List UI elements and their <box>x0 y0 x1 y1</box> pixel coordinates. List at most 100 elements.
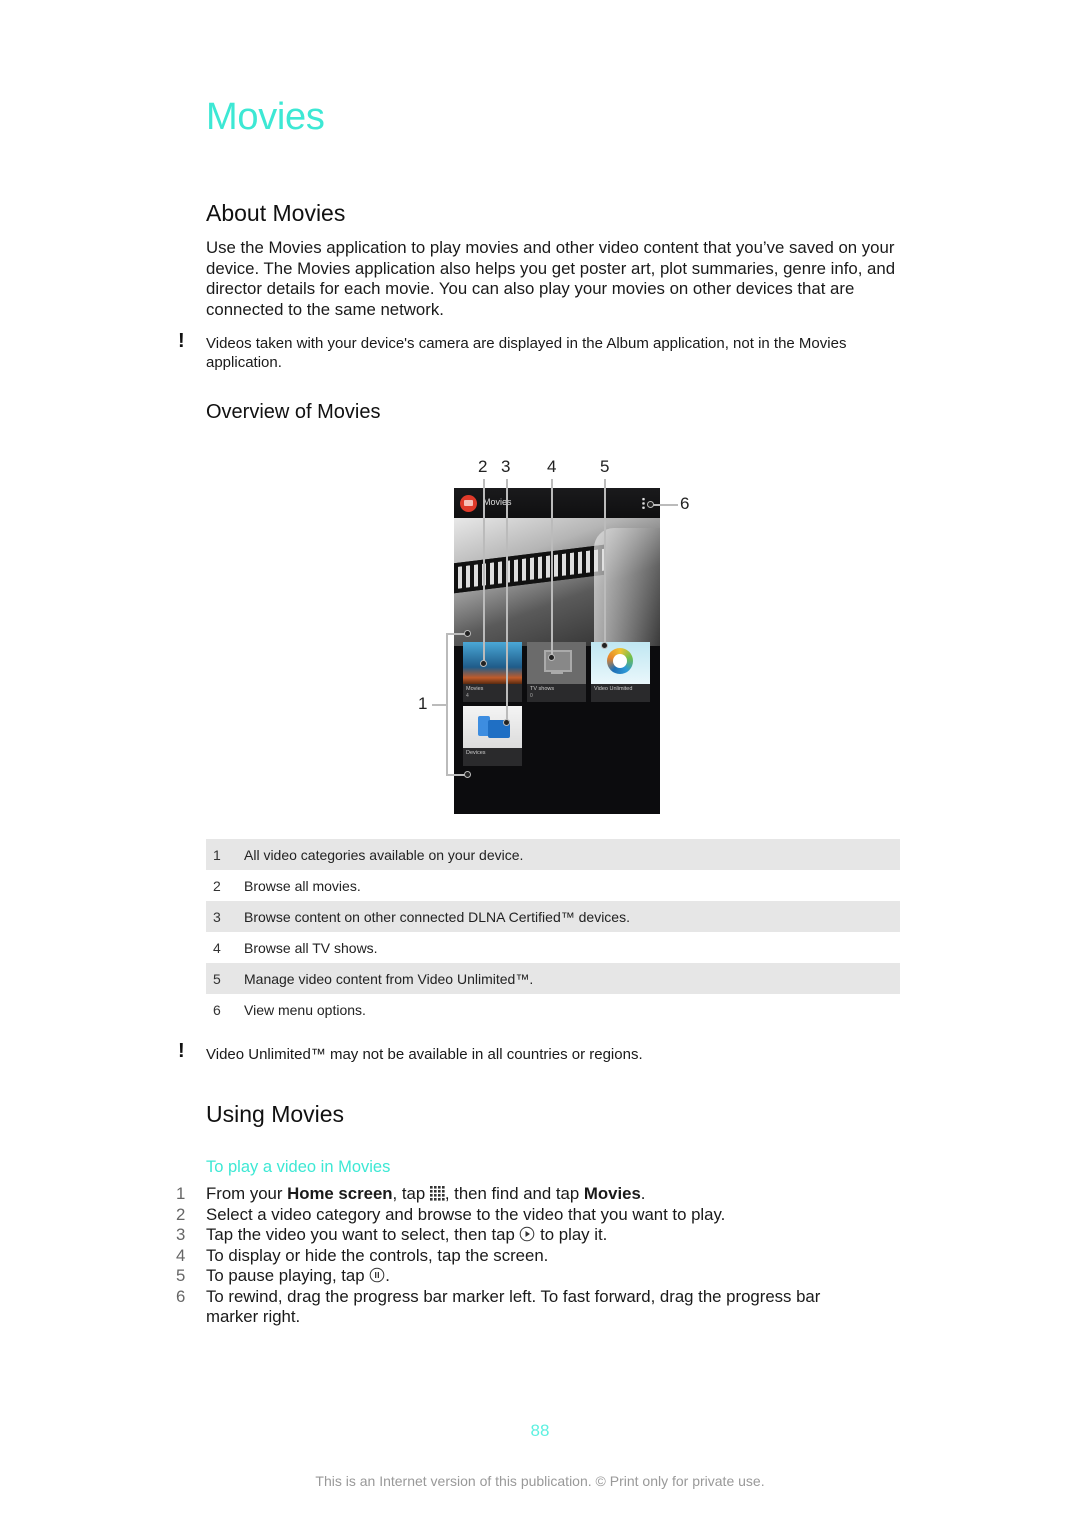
step-number: 5 <box>176 1266 186 1285</box>
step-number: 1 <box>176 1184 186 1203</box>
legend-number: 2 <box>213 877 221 894</box>
callout-legend-table: 1 All video categories available on your … <box>206 839 900 1025</box>
procedure-steps: 1 From your Home screen, tap , then find… <box>176 1184 876 1328</box>
text-segment: , tap <box>392 1184 430 1203</box>
about-paragraph: Use the Movies application to play movie… <box>206 238 896 319</box>
text-segment: To pause playing, tap <box>206 1266 370 1285</box>
tile-devices[interactable]: Devices <box>463 706 522 766</box>
menu-icon[interactable] <box>642 497 645 510</box>
callout-dot <box>548 654 555 661</box>
legend-number: 1 <box>213 846 221 863</box>
warning-icon: ! <box>178 1040 185 1062</box>
text-segment: From your <box>206 1184 288 1203</box>
video-unlimited-logo-icon <box>607 648 633 674</box>
movies-thumbnail <box>463 642 522 684</box>
pause-icon <box>369 1267 385 1283</box>
text-segment: . <box>640 1184 646 1203</box>
step-item: 1 From your Home screen, tap , then find… <box>176 1184 876 1205</box>
callout-dot <box>647 501 654 508</box>
legend-row: 1 All video categories available on your … <box>206 839 900 870</box>
legend-row: 4 Browse all TV shows. <box>206 932 900 963</box>
callout-dot <box>464 771 471 778</box>
page-title: Movies <box>206 96 325 138</box>
callout-3: 3 <box>501 457 511 476</box>
step-text: To display or hide the controls, tap the… <box>206 1245 549 1265</box>
tv-stand <box>551 672 563 674</box>
tv-icon <box>544 650 572 672</box>
step-item: 4 To display or hide the controls, tap t… <box>176 1246 876 1267</box>
play-icon <box>520 1226 535 1242</box>
legend-row: 2 Browse all movies. <box>206 870 900 901</box>
callout-2: 2 <box>478 457 488 476</box>
legend-number: 6 <box>213 1001 221 1018</box>
tile-count: 0 <box>530 693 533 699</box>
legend-text: View menu options. <box>244 1001 366 1018</box>
ui-term-movies: Movies <box>583 1184 641 1203</box>
callout-dot <box>464 630 471 637</box>
warning-icon: ! <box>178 330 185 352</box>
overview-note: Video Unlimited™ may not be available in… <box>206 1046 643 1063</box>
callout-dot <box>503 719 510 726</box>
legend-number: 4 <box>213 939 221 956</box>
page-number: 88 <box>530 1421 550 1440</box>
callout-4: 4 <box>547 457 557 476</box>
procedure-heading: To play a video in Movies <box>206 1158 391 1176</box>
movies-app-screenshot-figure: Movies Movies 4 TV shows 0 Video Unlimit… <box>410 455 700 820</box>
footer-notice: This is an Internet version of this publ… <box>315 1473 765 1489</box>
using-heading: Using Movies <box>206 1101 345 1127</box>
devices-thumbnail <box>463 706 522 748</box>
video-unlimited-thumbnail <box>591 642 650 684</box>
callout-6: 6 <box>680 494 690 513</box>
overview-heading: Overview of Movies <box>206 401 381 423</box>
tile-tv-shows[interactable]: TV shows 0 <box>527 642 586 702</box>
text-segment: to play it. <box>535 1225 608 1244</box>
legend-number: 3 <box>213 908 221 925</box>
callout-1: 1 <box>418 694 428 713</box>
callout-bracket-1 <box>446 633 448 775</box>
tv-thumbnail <box>527 642 586 684</box>
tile-label: TV shows <box>530 686 555 692</box>
about-note: Videos taken with your device's camera a… <box>206 335 847 371</box>
step-item: 2 Select a video category and browse to … <box>176 1205 876 1226</box>
about-heading: About Movies <box>206 200 346 226</box>
tile-movies[interactable]: Movies 4 <box>463 642 522 702</box>
step-text: Select a video category and browse to th… <box>206 1204 726 1224</box>
legend-row: 5 Manage video content from Video Unlimit… <box>206 963 900 994</box>
text-segment: . <box>385 1266 390 1285</box>
step-number: 4 <box>176 1245 186 1265</box>
step-text: To pause playing, tap . <box>206 1266 876 1287</box>
step-number: 3 <box>176 1225 186 1244</box>
legend-number: 5 <box>213 970 221 987</box>
text-segment: , then find and tap <box>444 1184 584 1203</box>
legend-row: 3 Browse content on other connected DLNA … <box>206 901 900 932</box>
step-number: 2 <box>176 1204 186 1224</box>
legend-text: Browse all TV shows. <box>244 939 378 956</box>
tile-video-unlimited[interactable]: Video Unlimited <box>591 642 650 702</box>
step-number: 6 <box>176 1286 186 1306</box>
step-text: From your Home screen, tap , then find a… <box>206 1184 876 1205</box>
step-text: Tap the video you want to select, then t… <box>206 1225 876 1246</box>
callout-line-6 <box>651 504 678 506</box>
tile-label: Devices <box>466 750 486 756</box>
tile-label: Movies <box>466 686 484 692</box>
legend-text: All video categories available on your d… <box>244 846 524 863</box>
callout-dot <box>601 642 608 649</box>
callout-bracket-bottom <box>446 774 466 776</box>
tile-count: 4 <box>466 693 469 699</box>
film-strip-graphic <box>454 544 604 594</box>
legend-row: 6 View menu options. <box>206 994 900 1025</box>
callout-line-1 <box>432 704 446 706</box>
callout-line-2 <box>483 479 485 662</box>
ui-term-home-screen: Home screen <box>287 1184 393 1203</box>
text-segment: Tap the video you want to select, then t… <box>206 1225 520 1244</box>
step-text: To rewind, drag the progress bar marker … <box>206 1286 821 1327</box>
legend-text: Browse content on other connected DLNA C… <box>244 908 630 925</box>
step-item: 3 Tap the video you want to select, then… <box>176 1225 876 1246</box>
callout-bracket-top <box>446 633 466 635</box>
callout-line-4 <box>551 479 553 655</box>
apps-grid-icon <box>429 1186 445 1201</box>
step-item: 5 To pause playing, tap . <box>176 1266 876 1287</box>
callout-line-3 <box>506 479 508 721</box>
callout-dot <box>480 660 487 667</box>
legend-text: Manage video content from Video Unlimite… <box>244 970 534 987</box>
